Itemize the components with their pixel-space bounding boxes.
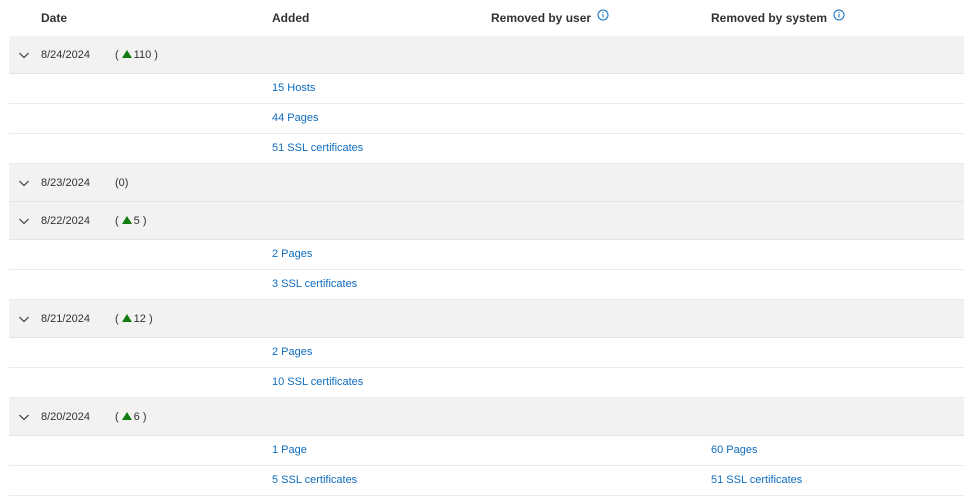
group-delta: (12 ) [115, 313, 153, 325]
delta-close-paren: ) [142, 215, 147, 227]
group-delta: (0) [115, 177, 128, 189]
increase-triangle-icon [121, 314, 132, 322]
chevron-down-icon[interactable] [18, 49, 30, 61]
removed-by-system-link[interactable]: 51 SSL certificates [711, 474, 802, 486]
increase-triangle-icon [121, 216, 132, 224]
added-link[interactable]: 1 Page [272, 444, 307, 456]
delta-count: 6 [133, 411, 140, 423]
group-delta: (5 ) [115, 215, 147, 227]
added-link[interactable]: 2 Pages [272, 346, 312, 358]
group-delta: (110 ) [115, 49, 158, 61]
delta-close-paren: ) [124, 177, 129, 189]
group-header-row[interactable]: 8/24/2024 (110 ) [9, 36, 964, 74]
added-link[interactable]: 15 Hosts [272, 82, 315, 94]
group-date: 8/23/2024 [41, 177, 90, 189]
table-row: 1 Page 60 Pages [9, 436, 964, 466]
delta-close-paren: ) [142, 411, 147, 423]
chevron-down-icon[interactable] [18, 177, 30, 189]
chevron-down-icon[interactable] [18, 313, 30, 325]
column-header-removed-by-user-label: Removed by user [491, 11, 592, 25]
delta-open-paren: ( [115, 313, 119, 325]
grid-body: 8/24/2024 (110 ) 15 Hosts 44 Pages 51 SSL ce… [0, 36, 964, 496]
group-date: 8/21/2024 [41, 313, 90, 325]
delta-close-paren: ) [154, 49, 158, 61]
column-header-removed-by-system-label: Removed by system [711, 11, 828, 25]
info-icon[interactable] [833, 9, 845, 21]
added-link[interactable]: 44 Pages [272, 112, 318, 124]
table-row: 10 SSL certificates [9, 368, 964, 398]
inventory-changes-grid: Date Added Removed by user Removed by sy… [0, 0, 964, 496]
column-header-removed-by-user[interactable]: Removed by user [491, 9, 609, 25]
table-row: 3 SSL certificates [9, 270, 964, 300]
table-row: 44 Pages [9, 104, 964, 134]
increase-triangle-icon [121, 412, 132, 420]
table-row: 51 SSL certificates [9, 134, 964, 164]
delta-open-paren: ( [115, 215, 119, 227]
table-row: 2 Pages [9, 240, 964, 270]
group-header-row[interactable]: 8/20/2024 (6 ) [9, 398, 964, 436]
removed-by-system-link[interactable]: 60 Pages [711, 444, 757, 456]
delta-open-paren: ( [115, 411, 119, 423]
delta-count: 5 [133, 215, 140, 227]
delta-count: 110 [133, 49, 152, 61]
group-date: 8/20/2024 [41, 411, 90, 423]
delta-open-paren: ( [115, 49, 119, 61]
grid-header: Date Added Removed by user Removed by sy… [0, 0, 964, 36]
chevron-down-icon[interactable] [18, 411, 30, 423]
group-date: 8/22/2024 [41, 215, 90, 227]
group-delta: (6 ) [115, 411, 147, 423]
table-row: 5 SSL certificates 51 SSL certificates [9, 466, 964, 496]
group-header-row[interactable]: 8/21/2024 (12 ) [9, 300, 964, 338]
group-header-row[interactable]: 8/23/2024 (0) [9, 164, 964, 202]
added-link[interactable]: 10 SSL certificates [272, 376, 363, 388]
table-row: 15 Hosts [9, 74, 964, 104]
group-date: 8/24/2024 [41, 49, 90, 61]
added-link[interactable]: 5 SSL certificates [272, 474, 357, 486]
added-link[interactable]: 51 SSL certificates [272, 142, 363, 154]
delta-close-paren: ) [148, 313, 153, 325]
info-icon[interactable] [597, 9, 609, 21]
table-row: 2 Pages [9, 338, 964, 368]
added-link[interactable]: 3 SSL certificates [272, 278, 357, 290]
column-header-removed-by-system[interactable]: Removed by system [711, 9, 845, 25]
increase-triangle-icon [121, 50, 132, 58]
delta-count: 12 [133, 313, 146, 325]
column-header-added[interactable]: Added [272, 11, 309, 25]
group-header-row[interactable]: 8/22/2024 (5 ) [9, 202, 964, 240]
column-header-date[interactable]: Date [41, 11, 67, 25]
chevron-down-icon[interactable] [18, 215, 30, 227]
added-link[interactable]: 2 Pages [272, 248, 312, 260]
